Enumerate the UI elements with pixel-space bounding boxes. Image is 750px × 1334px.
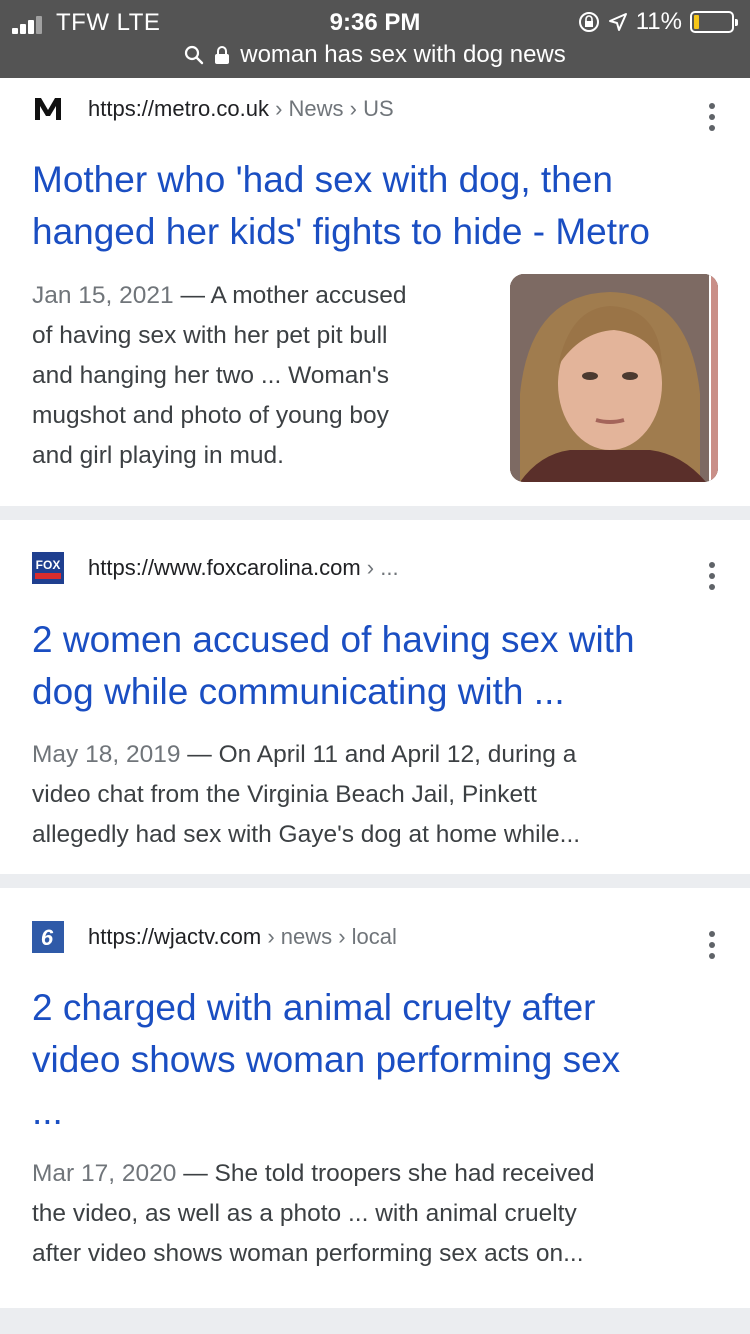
lock-icon — [215, 46, 230, 64]
title-line: video shows woman performing sex — [32, 1039, 621, 1080]
metro-favicon-icon — [32, 93, 64, 125]
result-title[interactable]: 2 charged with animal cruelty after vide… — [32, 982, 732, 1138]
search-icon — [185, 45, 204, 65]
address-bar[interactable]: woman has sex with dog news — [0, 40, 750, 70]
more-options-icon[interactable] — [700, 97, 724, 137]
result-title[interactable]: Mother who 'had sex with dog, then hange… — [32, 154, 732, 258]
result-date: Mar 17, 2020 — [32, 1160, 177, 1187]
result-source[interactable]: 6 https://wjactv.com › news › local — [32, 917, 722, 957]
result-thumbnail[interactable] — [510, 274, 718, 482]
favicon-text: FOX — [36, 558, 61, 572]
snippet-line: mugshot and photo of young boy — [32, 402, 389, 429]
battery-icon — [690, 11, 738, 33]
result-date: Jan 15, 2021 — [32, 282, 174, 309]
breadcrumbs: › news › local — [261, 924, 397, 949]
snippet-line: of having sex with her pet pit bull — [32, 322, 388, 349]
snippet-line: the video, as well as a photo ... with a… — [32, 1200, 577, 1227]
snippet-line: allegedly had sex with Gaye's dog at hom… — [32, 821, 581, 848]
search-result: FOX https://www.foxcarolina.com › ... 2 … — [0, 520, 750, 874]
snippet-line: — A mother accused — [180, 282, 407, 309]
result-snippet: May 18, 2019 — On April 11 and April 12,… — [32, 735, 722, 855]
source-url: https://wjactv.com — [88, 924, 262, 949]
snippet-line: and girl playing in mud. — [32, 442, 284, 469]
breadcrumbs: › ... — [360, 555, 399, 580]
result-date: May 18, 2019 — [32, 741, 181, 768]
address-text: woman has sex with dog news — [240, 41, 566, 68]
title-line: Mother who 'had sex with dog, then — [32, 159, 613, 200]
favicon-text: 6 — [41, 925, 54, 950]
snippet-line: — She told troopers she had received — [183, 1160, 595, 1187]
search-result: 6 https://wjactv.com › news › local 2 ch… — [0, 888, 750, 1308]
breadcrumbs: › News › US — [268, 96, 394, 121]
source-url: https://metro.co.uk — [88, 96, 269, 121]
wjac-favicon-icon: 6 — [32, 921, 64, 953]
source-url: https://www.foxcarolina.com — [88, 555, 361, 580]
status-indicators: 11% — [578, 8, 738, 35]
location-icon — [608, 13, 627, 31]
title-line: dog while communicating with ... — [32, 671, 565, 712]
status-bar: TFW LTE 9:36 PM 11% woman has sex with d… — [0, 0, 750, 78]
title-line: 2 charged with animal cruelty after — [32, 987, 596, 1028]
fox-favicon-icon: FOX — [32, 552, 64, 584]
status-row: TFW LTE 9:36 PM 11% — [0, 6, 750, 36]
snippet-line: after video shows woman performing sex a… — [32, 1240, 584, 1267]
snippet-line: and hanging her two ... Woman's — [32, 362, 389, 389]
title-line: hanged her kids' fights to hide - Metro — [32, 211, 650, 252]
snippet-line: video chat from the Virginia Beach Jail,… — [32, 781, 537, 808]
more-options-icon[interactable] — [700, 925, 724, 965]
battery-percent: 11% — [635, 8, 682, 35]
result-title[interactable]: 2 women accused of having sex with dog w… — [32, 614, 732, 718]
title-line: ... — [32, 1091, 63, 1132]
result-snippet: Mar 17, 2020 — She told troopers she had… — [32, 1154, 722, 1274]
result-snippet: Jan 15, 2021 — A mother accused of havin… — [32, 276, 492, 476]
more-options-icon[interactable] — [700, 556, 724, 596]
rotation-lock-icon — [578, 12, 599, 32]
result-source[interactable]: FOX https://www.foxcarolina.com › ... — [32, 548, 722, 588]
snippet-line: — On April 11 and April 12, during a — [187, 741, 577, 768]
title-line: 2 women accused of having sex with — [32, 619, 635, 660]
result-source[interactable]: https://metro.co.uk › News › US — [32, 89, 722, 129]
search-result: https://metro.co.uk › News › US Mother w… — [0, 78, 750, 506]
